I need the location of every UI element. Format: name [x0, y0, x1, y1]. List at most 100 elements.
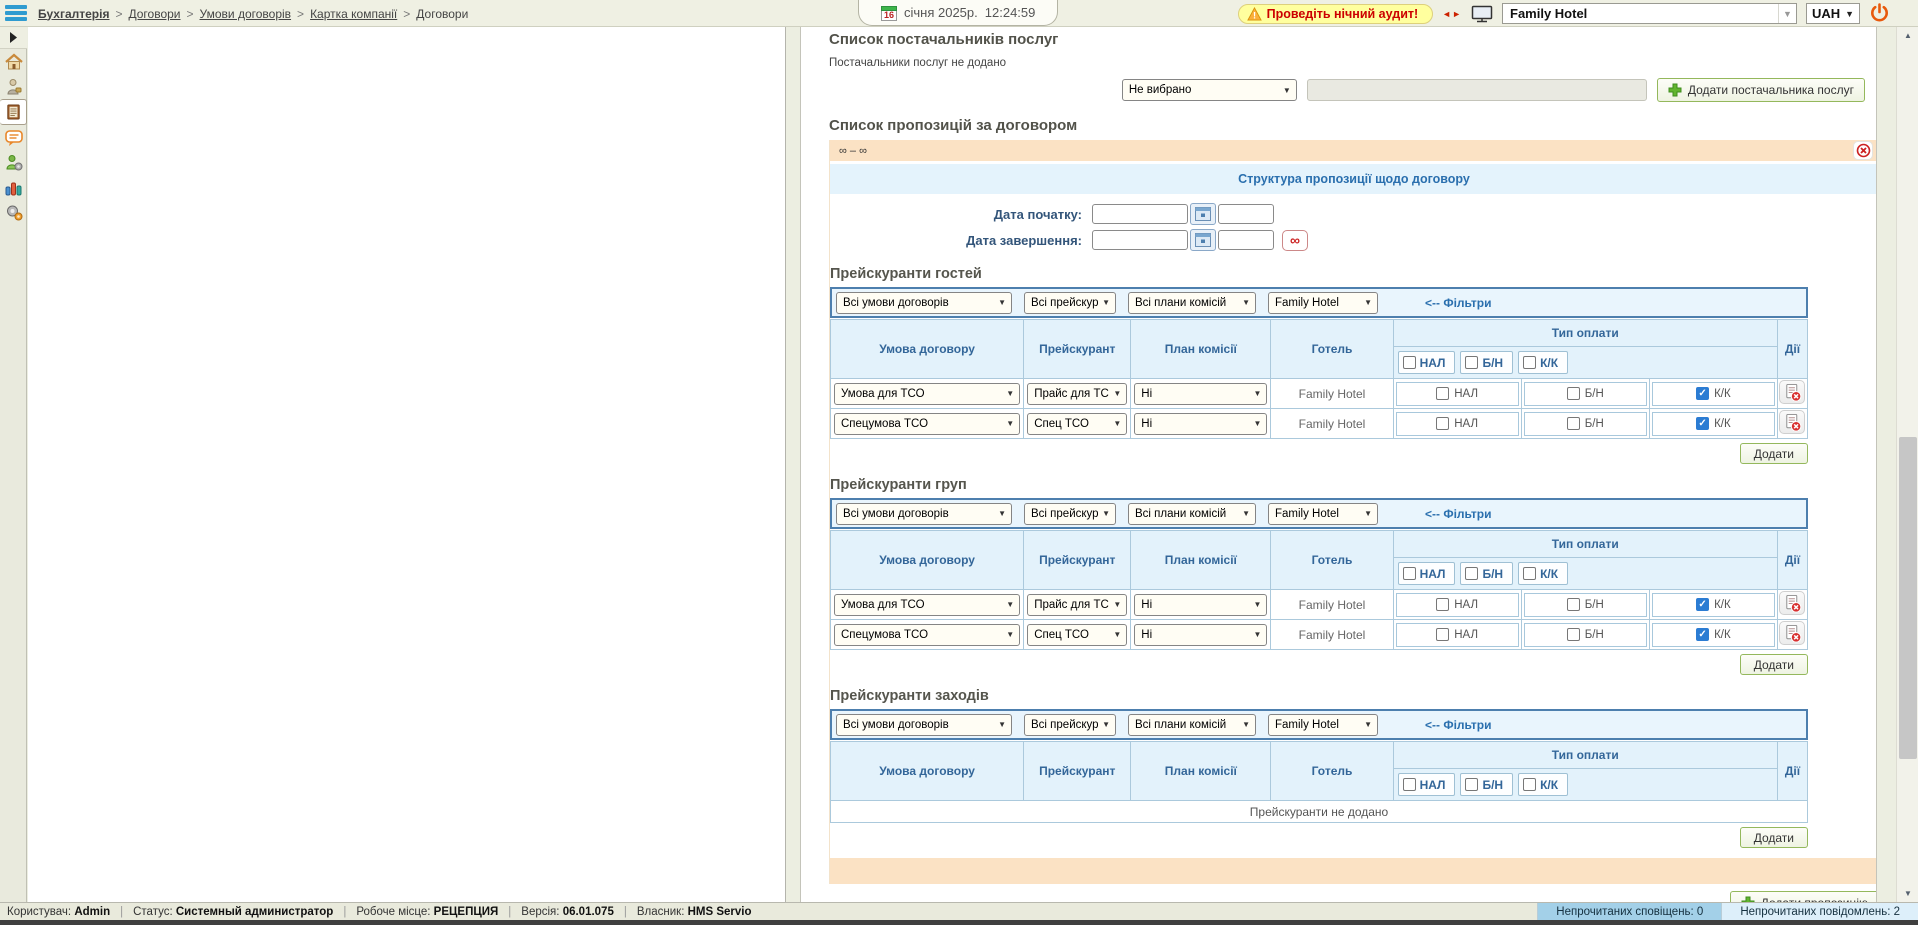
payment-master-kk[interactable]: К/К — [1518, 773, 1568, 796]
checkbox-icon[interactable] — [1465, 778, 1478, 791]
payment-nal-checkbox[interactable]: НАЛ — [1396, 623, 1519, 647]
breadcrumb-link[interactable]: Бухгалтерія — [38, 7, 109, 21]
payment-bn-checkbox[interactable]: Б/Н — [1524, 623, 1647, 647]
add-pricelist-button[interactable]: Додати — [1740, 654, 1808, 675]
condition-select[interactable]: Спецумова ТСО▼ — [834, 624, 1020, 646]
conditions-filter-select[interactable]: Всі умови договорів▼ — [836, 714, 1012, 736]
scrollbar-thumb[interactable] — [1899, 437, 1917, 759]
payment-master-bn[interactable]: Б/Н — [1460, 562, 1513, 585]
payment-master-kk[interactable]: К/К — [1518, 562, 1568, 585]
end-date-extra-input[interactable] — [1218, 230, 1274, 250]
payment-bn-checkbox[interactable]: Б/Н — [1524, 412, 1647, 436]
workstation-icon[interactable] — [1471, 5, 1493, 23]
sidebar-item-messages[interactable] — [0, 125, 27, 150]
breadcrumb-link[interactable]: Картка компанії — [310, 7, 397, 21]
no-end-date-button[interactable]: ∞ — [1282, 230, 1308, 251]
power-icon[interactable] — [1869, 3, 1890, 24]
delete-row-button[interactable] — [1779, 591, 1805, 615]
sidebar-item-reports[interactable] — [0, 175, 27, 200]
scroll-down-arrow[interactable]: ▼ — [1897, 885, 1918, 902]
vertical-scrollbar[interactable]: ▲ ▼ — [1896, 27, 1918, 902]
hotel-filter-select[interactable]: Family Hotel▼ — [1268, 292, 1378, 314]
structure-link[interactable]: Структура пропозиції щодо договору — [1238, 172, 1470, 186]
payment-kk-checkbox[interactable]: К/К — [1652, 593, 1775, 617]
payment-master-nal[interactable]: НАЛ — [1398, 562, 1456, 585]
checkbox-icon[interactable] — [1523, 778, 1536, 791]
delete-row-button[interactable] — [1779, 410, 1805, 434]
filters-link[interactable]: <-- Фільтри — [1425, 507, 1491, 521]
add-pricelist-button[interactable]: Додати — [1740, 827, 1808, 848]
filters-link[interactable]: <-- Фільтри — [1425, 296, 1491, 310]
commission-plans-filter-select[interactable]: Всі плани комісій▼ — [1128, 292, 1256, 314]
sidebar-item-reception[interactable] — [0, 74, 27, 99]
payment-nal-checkbox[interactable]: НАЛ — [1396, 382, 1519, 406]
add-pricelist-button[interactable]: Додати — [1740, 443, 1808, 464]
commission-select[interactable]: Ні▼ — [1134, 624, 1267, 646]
supplier-type-select[interactable]: Не вибрано ▼ — [1122, 79, 1297, 101]
unread-messages-badge[interactable]: Непрочитаних повідомлень: 2 — [1721, 903, 1918, 920]
payment-nal-checkbox[interactable]: НАЛ — [1396, 412, 1519, 436]
payment-nal-checkbox[interactable]: НАЛ — [1396, 593, 1519, 617]
start-date-calendar-button[interactable] — [1190, 203, 1216, 225]
sidebar-item-staff[interactable] — [0, 150, 27, 175]
sidebar-item-journal[interactable] — [0, 99, 27, 125]
condition-select[interactable]: Умова для ТСО▼ — [834, 594, 1020, 616]
commission-select[interactable]: Ні▼ — [1134, 594, 1267, 616]
hotel-filter-select[interactable]: Family Hotel▼ — [1268, 714, 1378, 736]
sidebar-expand-button[interactable] — [0, 27, 27, 49]
sidebar-item-home[interactable] — [0, 49, 27, 74]
delete-row-button[interactable] — [1779, 621, 1805, 645]
payment-master-kk[interactable]: К/К — [1518, 351, 1568, 374]
payment-kk-checkbox[interactable]: К/К — [1652, 623, 1775, 647]
payment-master-bn[interactable]: Б/Н — [1460, 773, 1513, 796]
commission-plans-filter-select[interactable]: Всі плани комісій▼ — [1128, 714, 1256, 736]
pricelists-filter-select[interactable]: Всі прейскуранти▼ — [1024, 714, 1116, 736]
commission-select[interactable]: Ні▼ — [1134, 383, 1267, 405]
payment-master-nal[interactable]: НАЛ — [1398, 773, 1456, 796]
filters-link[interactable]: <-- Фільтри — [1425, 718, 1491, 732]
menu-icon[interactable] — [5, 5, 27, 21]
pricelist-select[interactable]: Прайс для ТСО▼ — [1027, 594, 1127, 616]
payment-kk-checkbox[interactable]: К/К — [1652, 412, 1775, 436]
checkbox-icon[interactable] — [1403, 567, 1416, 580]
scroll-up-arrow[interactable]: ▲ — [1897, 27, 1918, 44]
commission-select[interactable]: Ні▼ — [1134, 413, 1267, 435]
start-date-extra-input[interactable] — [1218, 204, 1274, 224]
sidebar-item-settings[interactable] — [0, 200, 27, 225]
collapse-proposal-button[interactable] — [1853, 141, 1873, 160]
condition-select[interactable]: Умова для ТСО▼ — [834, 383, 1020, 405]
end-date-input[interactable] — [1092, 230, 1188, 250]
payment-master-bn[interactable]: Б/Н — [1460, 351, 1513, 374]
pricelists-filter-select[interactable]: Всі прейскуранти▼ — [1024, 503, 1116, 525]
hotel-filter-select[interactable]: Family Hotel▼ — [1268, 503, 1378, 525]
checkbox-icon[interactable] — [1523, 567, 1536, 580]
conditions-filter-select[interactable]: Всі умови договорів▼ — [836, 292, 1012, 314]
start-date-input[interactable] — [1092, 204, 1188, 224]
condition-select[interactable]: Спецумова ТСО▼ — [834, 413, 1020, 435]
payment-bn-checkbox[interactable]: Б/Н — [1524, 593, 1647, 617]
breadcrumb-link[interactable]: Умови договорів — [200, 7, 292, 21]
delete-row-button[interactable] — [1779, 380, 1805, 404]
pricelist-select[interactable]: Прайс для ТСО▼ — [1027, 383, 1127, 405]
add-proposal-button[interactable]: Додати пропозицію — [1730, 891, 1877, 902]
conditions-filter-select[interactable]: Всі умови договорів▼ — [836, 503, 1012, 525]
switch-arrows-icon[interactable]: ◄► — [1442, 9, 1462, 19]
checkbox-icon[interactable] — [1403, 356, 1416, 369]
hotel-select[interactable]: Family Hotel ▼ — [1502, 3, 1797, 24]
pricelist-select[interactable]: Спец ТСО▼ — [1027, 624, 1127, 646]
payment-bn-checkbox[interactable]: Б/Н — [1524, 382, 1647, 406]
checkbox-icon[interactable] — [1403, 778, 1416, 791]
unread-notifications-badge[interactable]: Непрочитаних сповіщень: 0 — [1537, 903, 1721, 920]
pricelists-filter-select[interactable]: Всі прейскуранти▼ — [1024, 292, 1116, 314]
currency-select[interactable]: UAH ▼ — [1806, 3, 1860, 24]
breadcrumb-link[interactable]: Договори — [129, 7, 181, 21]
pricelist-select[interactable]: Спец ТСО▼ — [1027, 413, 1127, 435]
payment-master-nal[interactable]: НАЛ — [1398, 351, 1456, 374]
commission-plans-filter-select[interactable]: Всі плани комісій▼ — [1128, 503, 1256, 525]
end-date-calendar-button[interactable] — [1190, 229, 1216, 251]
checkbox-icon[interactable] — [1465, 356, 1478, 369]
payment-kk-checkbox[interactable]: К/К — [1652, 382, 1775, 406]
checkbox-icon[interactable] — [1523, 356, 1536, 369]
checkbox-icon[interactable] — [1465, 567, 1478, 580]
add-supplier-button[interactable]: Додати постачальника послуг — [1657, 78, 1865, 102]
